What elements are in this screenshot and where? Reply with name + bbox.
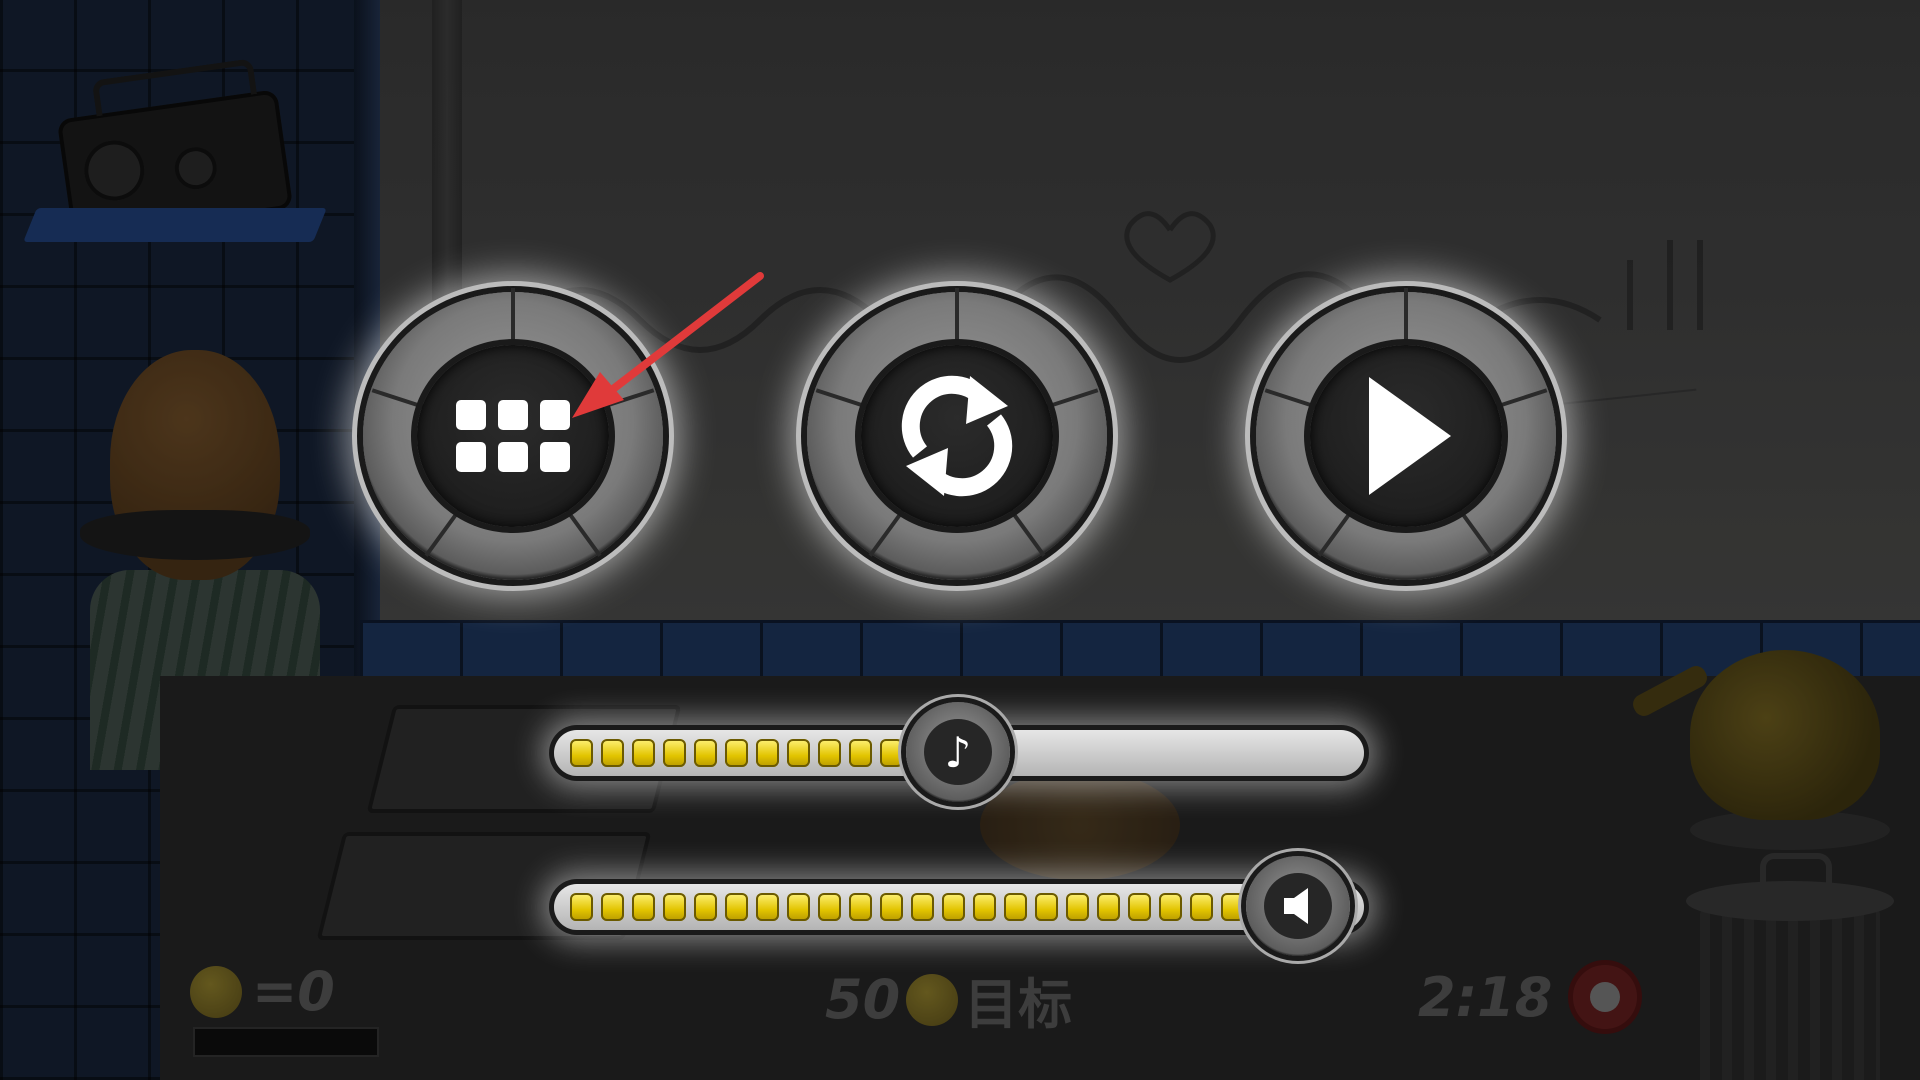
level-pip: [973, 893, 996, 921]
level-pip: [1004, 893, 1027, 921]
restart-icon: [901, 375, 1013, 497]
level-pip: [1035, 893, 1058, 921]
level-pip: [849, 739, 872, 767]
level-pip: [787, 893, 810, 921]
level-pip: [663, 893, 686, 921]
level-pip: [911, 893, 934, 921]
level-pip: [818, 893, 841, 921]
level-pip: [1190, 893, 1213, 921]
restart-button[interactable]: [807, 288, 1107, 580]
level-pip: [663, 739, 686, 767]
level-pip: [849, 893, 872, 921]
annotation-arrow: [572, 272, 764, 418]
level-pip: [756, 739, 779, 767]
level-pip: [1066, 893, 1089, 921]
grid-menu-icon: [456, 400, 570, 472]
game-scene: =0 50 目标 2:18 ♪: [0, 0, 1920, 1080]
level-pip: [632, 893, 655, 921]
level-pip: [1128, 893, 1151, 921]
resume-button[interactable]: [1256, 288, 1556, 580]
play-icon: [1369, 377, 1451, 495]
sound-volume-slider[interactable]: [554, 884, 1364, 930]
level-pip: [942, 893, 965, 921]
sound-level-fill: [570, 893, 1244, 921]
speaker-icon: [1284, 888, 1308, 924]
music-note-icon: ♪: [944, 727, 972, 777]
level-pip: [632, 739, 655, 767]
level-pip: [694, 893, 717, 921]
level-pip: [880, 739, 903, 767]
sound-slider-knob[interactable]: [1246, 856, 1350, 956]
level-pip: [601, 893, 624, 921]
level-pip: [725, 893, 748, 921]
level-pip: [570, 893, 593, 921]
level-pip: [880, 893, 903, 921]
level-pip: [570, 739, 593, 767]
music-slider-knob[interactable]: ♪: [906, 702, 1010, 802]
level-pip: [787, 739, 810, 767]
music-level-fill: [570, 739, 903, 767]
level-pip: [725, 739, 748, 767]
level-pip: [818, 739, 841, 767]
level-pip: [756, 893, 779, 921]
level-pip: [1221, 893, 1244, 921]
level-pip: [1159, 893, 1182, 921]
level-pip: [694, 739, 717, 767]
level-pip: [1097, 893, 1120, 921]
level-pip: [601, 739, 624, 767]
